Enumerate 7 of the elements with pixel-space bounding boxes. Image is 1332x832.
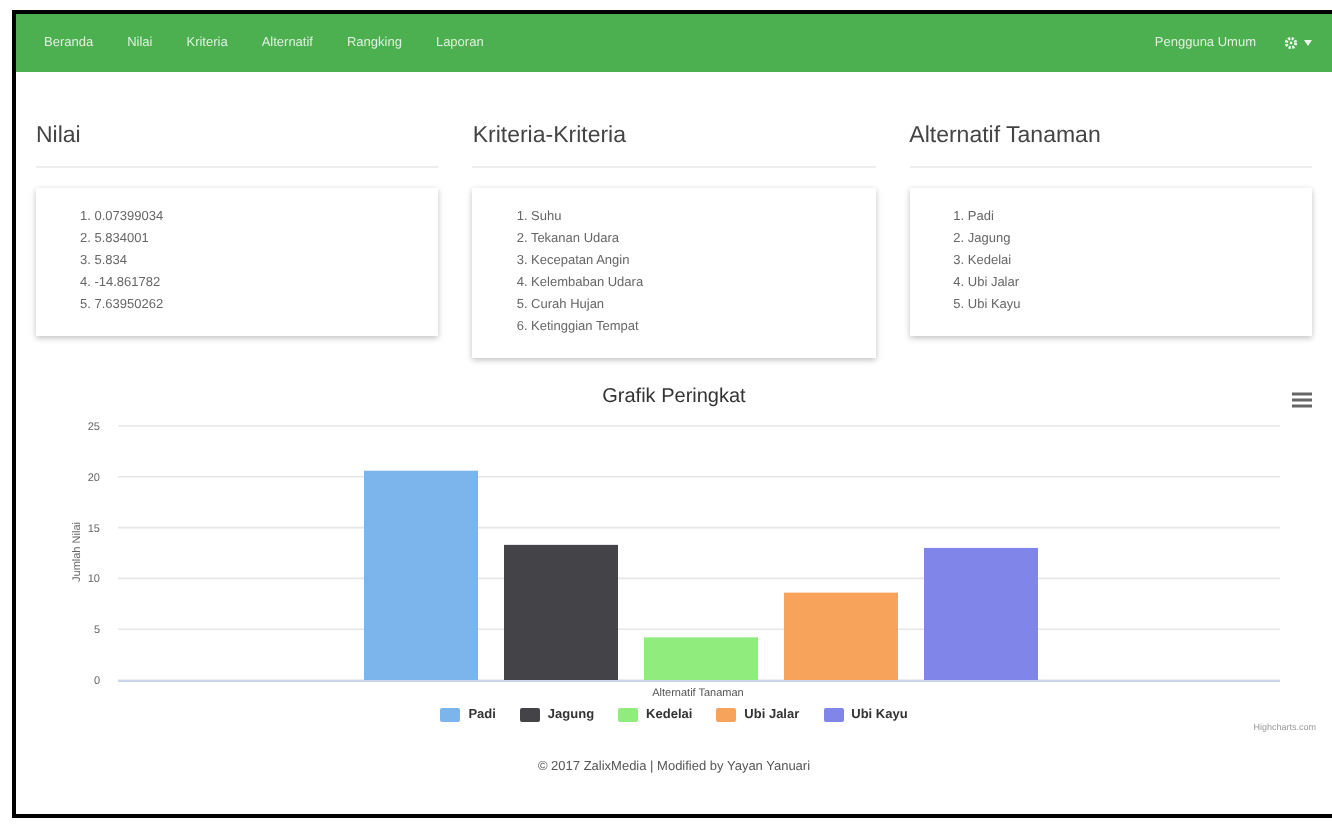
panel-heading: Nilai [36, 124, 439, 168]
panel-heading: Kriteria-Kriteria [472, 124, 876, 168]
caret-icon [1304, 40, 1312, 46]
panel-heading: Alternatif Tanaman [909, 124, 1312, 168]
menu-icon[interactable] [1292, 392, 1312, 408]
settings-icon [1284, 36, 1298, 50]
chart-title: Grafik Peringkat [602, 386, 746, 408]
